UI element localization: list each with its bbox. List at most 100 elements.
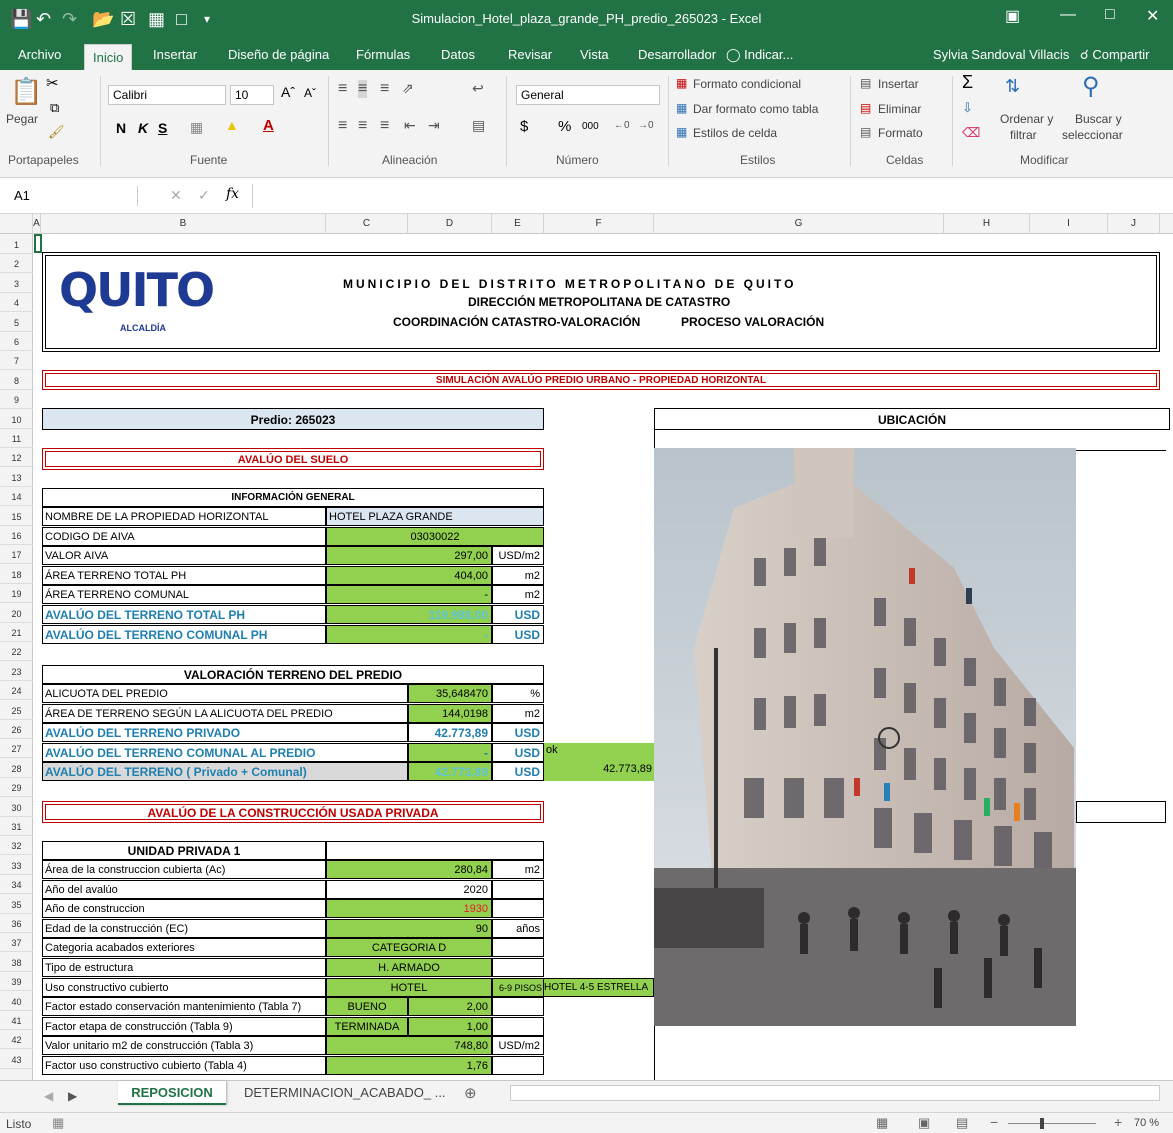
insert-button[interactable]: Insertar <box>878 77 919 91</box>
align-right-icon[interactable]: ≡ <box>380 117 389 135</box>
row-header[interactable]: 17 <box>0 546 33 565</box>
row-header[interactable]: 31 <box>0 818 33 836</box>
info-value[interactable]: 03030022 <box>326 526 544 546</box>
font-size-dropdown[interactable]: 10 <box>230 85 274 105</box>
wrap-text-icon[interactable]: ↩ <box>472 80 484 97</box>
merge-center-icon[interactable]: ▤ <box>472 117 485 134</box>
row-header[interactable]: 16 <box>0 527 33 545</box>
conditional-format-icon[interactable]: ▦ <box>676 76 687 90</box>
font-color-icon[interactable]: A <box>263 117 274 134</box>
increase-decimal-icon[interactable]: ←0 <box>614 120 630 131</box>
tab-vista[interactable]: Vista <box>572 40 617 70</box>
tab-datos[interactable]: Datos <box>433 40 483 70</box>
format-button[interactable]: Formato <box>878 126 923 140</box>
tab-inicio[interactable]: Inicio <box>84 44 133 70</box>
terreno-value[interactable]: - <box>408 742 492 762</box>
row-header[interactable]: 12 <box>0 449 33 468</box>
tab-insertar[interactable]: Insertar <box>145 40 205 70</box>
zoom-slider[interactable] <box>1008 1123 1096 1124</box>
row-header[interactable]: 11 <box>0 430 33 448</box>
align-bottom-icon[interactable]: ≡ <box>380 80 389 98</box>
row-header[interactable]: 14 <box>0 488 33 507</box>
formula-input[interactable] <box>252 184 1170 208</box>
row-header[interactable]: 36 <box>0 915 33 933</box>
bold-button[interactable]: N <box>116 120 126 136</box>
unidad-value[interactable]: 280,84 <box>326 860 492 879</box>
thousands-icon[interactable]: 000 <box>582 121 599 132</box>
unidad-value[interactable]: 90 <box>326 918 492 938</box>
row-header[interactable]: 27 <box>0 740 33 759</box>
column-header[interactable]: F <box>544 214 654 234</box>
row-header[interactable]: 8 <box>0 372 33 390</box>
unidad-value[interactable]: 1,00 <box>408 1016 492 1036</box>
italic-button[interactable]: K <box>138 120 148 136</box>
row-header[interactable]: 15 <box>0 508 33 526</box>
info-value[interactable]: HOTEL PLAZA GRANDE <box>326 507 544 526</box>
row-header[interactable]: 10 <box>0 411 33 429</box>
info-value[interactable]: - <box>326 624 492 644</box>
row-header[interactable]: 4 <box>0 294 33 313</box>
percent-icon[interactable]: % <box>558 118 571 135</box>
unidad-value[interactable]: CATEGORIA D <box>326 938 492 958</box>
row-header[interactable]: 3 <box>0 275 33 293</box>
zoom-level[interactable]: 70 % <box>1134 1117 1159 1129</box>
sheet-tab-reposicion[interactable]: REPOSICION <box>118 1081 226 1105</box>
column-header[interactable]: H <box>944 214 1030 234</box>
add-sheet-icon[interactable]: ⊕ <box>464 1084 477 1102</box>
user-name[interactable]: Sylvia Sandoval Villacis <box>925 40 1077 70</box>
align-middle-icon[interactable]: ≡ <box>358 80 368 98</box>
page-break-icon[interactable]: ▤ <box>956 1115 968 1131</box>
share-button[interactable]: ☌ Compartir <box>1072 40 1157 70</box>
unidad-value[interactable]: 1,76 <box>326 1056 492 1075</box>
table-format-icon[interactable]: ▦ <box>676 101 687 115</box>
horizontal-scrollbar[interactable] <box>510 1085 1160 1101</box>
paste-button[interactable]: Pegar <box>6 112 38 126</box>
tell-me[interactable]: ◯ Indicar... <box>718 40 801 70</box>
tab-desarrollador[interactable]: Desarrollador <box>630 40 724 70</box>
borders-icon[interactable]: ▦ <box>190 119 203 136</box>
insert-cells-icon[interactable]: ▤ <box>860 76 871 90</box>
close-icon[interactable]: ✕ <box>1146 6 1159 26</box>
terreno-value[interactable]: 42.773,89 <box>408 762 492 782</box>
row-header[interactable]: 39 <box>0 973 33 992</box>
enter-icon[interactable]: ✓ <box>198 187 210 204</box>
sort-filter-label-1[interactable]: Ordenar y <box>1000 112 1053 126</box>
fill-icon[interactable]: ⇩ <box>962 100 973 116</box>
function-icon[interactable]: fx <box>226 186 239 202</box>
info-value[interactable]: 404,00 <box>326 565 492 585</box>
prev-sheet-icon[interactable]: ◀ <box>44 1089 53 1103</box>
row-header[interactable]: 40 <box>0 993 33 1011</box>
orientation-icon[interactable]: ⇗ <box>402 80 414 97</box>
row-header[interactable]: 41 <box>0 1012 33 1030</box>
column-header[interactable]: D <box>408 214 492 234</box>
column-header[interactable]: C <box>326 214 408 234</box>
cell-styles-button[interactable]: Estilos de celda <box>693 126 777 140</box>
zoom-slider-thumb[interactable] <box>1040 1118 1044 1129</box>
row-header[interactable]: 13 <box>0 469 33 487</box>
select-all[interactable] <box>0 214 33 234</box>
row-header[interactable]: 21 <box>0 624 33 642</box>
delete-cells-icon[interactable]: ▤ <box>860 101 871 115</box>
maximize-icon[interactable]: □ <box>1105 6 1115 24</box>
name-box[interactable]: A1 <box>8 186 138 206</box>
row-header[interactable]: 33 <box>0 857 33 875</box>
row-header[interactable]: 34 <box>0 876 33 895</box>
hotel-photo[interactable] <box>654 448 1076 1026</box>
normal-view-icon[interactable]: ▦ <box>876 1115 888 1131</box>
tab-formulas[interactable]: Fórmulas <box>348 40 418 70</box>
decrease-decimal-icon[interactable]: →0 <box>638 120 654 131</box>
row-header[interactable]: 9 <box>0 391 33 410</box>
row-header[interactable]: 20 <box>0 605 33 623</box>
column-header[interactable]: G <box>654 214 944 234</box>
tab-archivo[interactable]: Archivo <box>10 40 69 70</box>
row-header[interactable]: 26 <box>0 721 33 739</box>
find-label-2[interactable]: seleccionar <box>1062 128 1123 142</box>
unidad-value[interactable]: 1930 <box>326 899 492 919</box>
align-center-icon[interactable]: ≡ <box>358 117 367 135</box>
info-value[interactable]: - <box>326 585 492 605</box>
row-header[interactable]: 6 <box>0 333 33 351</box>
column-header[interactable]: J <box>1108 214 1160 234</box>
row-header[interactable]: 1 <box>0 236 33 254</box>
delete-button[interactable]: Eliminar <box>878 102 921 116</box>
copy-icon[interactable]: ⧉ <box>50 100 59 116</box>
